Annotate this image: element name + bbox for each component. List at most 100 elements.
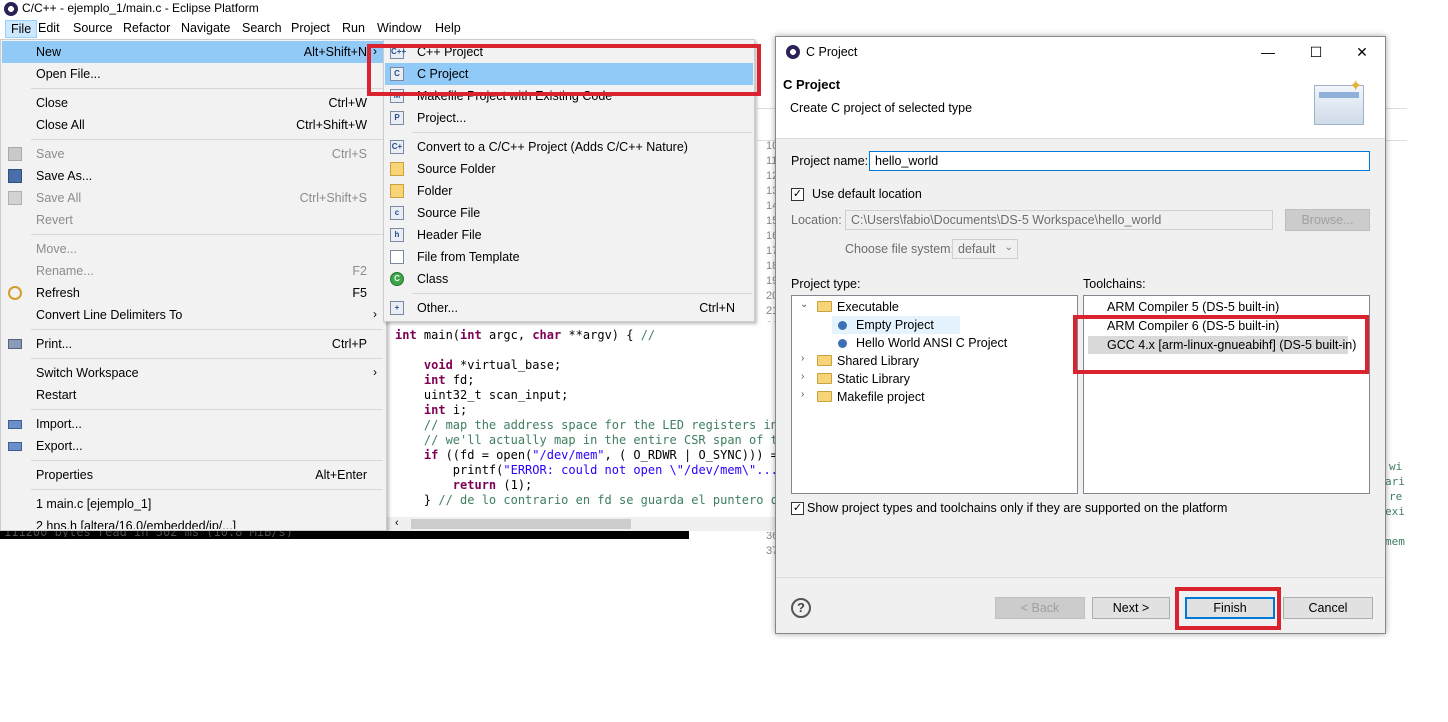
maximize-icon[interactable]: ☐ [1308,44,1324,60]
menu-run[interactable]: Run [337,20,370,38]
new-project[interactable]: P Project... [385,107,753,129]
file-menu: New Alt+Shift+N › Open File... Close Ctr… [0,39,387,531]
file-menu-refresh[interactable]: Refresh F5 [2,282,385,304]
toolchains-label: Toolchains: [1083,277,1146,291]
tree-item-empty-project[interactable]: Empty Project [832,316,960,334]
minimize-icon[interactable]: — [1260,44,1276,60]
menu-item-shortcut: Ctrl+W [328,96,367,110]
save-icon [8,147,22,161]
footer-divider [776,577,1385,578]
tree-item-shared-library[interactable]: › Shared Library [792,352,1077,370]
file-menu-close-all[interactable]: Close All Ctrl+Shift+W [2,114,385,136]
tree-item-executable[interactable]: ⌄ Executable [792,298,1077,316]
file-menu-close[interactable]: Close Ctrl+W [2,92,385,114]
new-class[interactable]: C Class [385,268,753,290]
menu-item-label: Print... [36,337,73,351]
menu-help[interactable]: Help [430,20,466,38]
file-menu-revert[interactable]: Revert [2,209,385,231]
menu-item-label: Save As... [36,169,93,183]
menu-separator [31,489,383,490]
back-button[interactable]: < Back [995,597,1085,619]
new-folder[interactable]: Folder [385,180,753,202]
toolchain-item[interactable]: ARM Compiler 5 (DS-5 built-in) [1088,298,1366,316]
tree-item-label: Makefile project [837,390,925,404]
code-line: int i; [423,403,468,417]
file-menu-save-all[interactable]: Save All Ctrl+Shift+S [2,187,385,209]
file-menu-new[interactable]: New Alt+Shift+N › [2,41,385,63]
file-menu-restart[interactable]: Restart [2,384,385,406]
eclipse-logo-icon [786,45,800,59]
folder-icon [390,184,404,198]
file-menu-save[interactable]: Save Ctrl+S [2,143,385,165]
file-menu-switch-workspace[interactable]: Switch Workspace › [2,362,385,384]
menu-item-label: Properties [36,468,93,482]
tree-item-makefile-project[interactable]: › Makefile project [792,388,1077,406]
close-icon[interactable]: ✕ [1354,44,1370,60]
import-icon [8,420,22,429]
menu-edit[interactable]: Edit [33,20,65,38]
location-input[interactable]: C:\Users\fabio\Documents\DS-5 Workspace\… [845,210,1273,230]
menu-item-label: Source Folder [417,162,496,176]
project-name-label: Project name: [791,154,869,168]
file-menu-recent-1[interactable]: 1 main.c [ejemplo_1] [2,493,385,515]
file-menu-recent-2[interactable]: 2 hps.h [altera/16.0/embedded/ip/...] [2,515,385,529]
menu-window[interactable]: Window [372,20,426,38]
chevron-right-icon[interactable]: › [801,371,804,382]
tree-item-static-library[interactable]: › Static Library [792,370,1077,388]
new-file-from-template[interactable]: File from Template [385,246,753,268]
folder-icon [817,301,832,312]
cancel-button[interactable]: Cancel [1283,597,1373,619]
class-icon: C [390,272,404,286]
file-menu-rename[interactable]: Rename... F2 [2,260,385,282]
menu-separator [31,234,383,235]
file-menu-print[interactable]: Print... Ctrl+P [2,333,385,355]
chevron-right-icon[interactable]: › [801,353,804,364]
annotation-highlight-finish [1175,587,1281,630]
menu-project[interactable]: Project [286,20,335,38]
new-source-folder[interactable]: Source Folder [385,158,753,180]
menu-source[interactable]: Source [68,20,118,38]
menu-separator [31,88,383,89]
file-menu-move[interactable]: Move... [2,238,385,260]
new-source-file[interactable]: c Source File [385,202,753,224]
file-system-select[interactable]: default ⌄ [952,239,1018,259]
help-icon[interactable]: ? [791,598,811,618]
refresh-icon [8,286,22,300]
new-header-file[interactable]: h Header File [385,224,753,246]
project-name-input[interactable]: hello_world [869,151,1370,171]
file-menu-save-as[interactable]: Save As... [2,165,385,187]
save-as-icon [8,169,22,183]
menu-item-shortcut: Ctrl+N [699,301,735,315]
tree-item-hello-world[interactable]: Hello World ANSI C Project [832,334,1032,352]
menu-item-shortcut: Alt+Enter [315,468,367,482]
file-menu-convert-line-delimiters[interactable]: Convert Line Delimiters To › [2,304,385,326]
submenu-arrow-icon: › [373,307,377,321]
file-menu-import[interactable]: Import... [2,413,385,435]
menu-search[interactable]: Search [237,20,287,38]
menu-item-label: Other... [417,301,458,315]
browse-button[interactable]: Browse... [1285,209,1370,231]
annotation-highlight-toolchain [1073,315,1369,374]
project-type-tree[interactable]: ⌄ Executable Empty Project Hello World A… [791,295,1078,494]
folder-icon [817,391,832,402]
menu-navigate[interactable]: Navigate [176,20,235,38]
code-editor[interactable]: int main(int argc, char **argv) { // voi… [387,322,778,532]
menu-item-shortcut: Ctrl+S [331,147,367,161]
use-default-location-checkbox[interactable]: ✓ [791,188,804,201]
menu-separator [31,460,383,461]
chevron-down-icon[interactable]: ⌄ [800,299,808,310]
menu-item-label: New [36,45,62,59]
menu-item-shortcut: F2 [352,264,367,278]
new-convert-project[interactable]: C+ Convert to a C/C++ Project (Adds C/C+… [385,136,753,158]
next-button[interactable]: Next > [1092,597,1170,619]
show-supported-checkbox[interactable]: ✓ [791,502,804,515]
menu-item-label: Folder [417,184,453,198]
menu-refactor[interactable]: Refactor [118,20,175,38]
code-line: return (1); [452,478,533,492]
chevron-right-icon[interactable]: › [801,389,804,400]
new-other[interactable]: + Other... Ctrl+N [385,297,753,319]
file-menu-export[interactable]: Export... [2,435,385,457]
code-fragment: re [1389,490,1403,503]
file-menu-properties[interactable]: Properties Alt+Enter [2,464,385,486]
file-menu-open-file[interactable]: Open File... [2,63,385,85]
